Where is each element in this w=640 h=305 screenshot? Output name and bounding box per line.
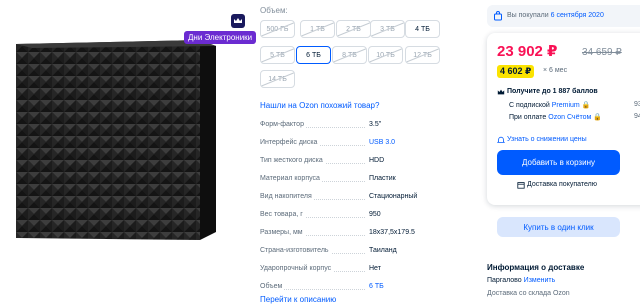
- volume-option[interactable]: 4 ТБ: [405, 20, 440, 38]
- installment-price[interactable]: 4 602 ₽: [497, 65, 535, 78]
- box-icon: [517, 182, 525, 189]
- purchased-date[interactable]: 6 сентября 2020: [551, 12, 604, 19]
- current-price: 23 902 ₽: [497, 43, 558, 60]
- spec-key: Вид накопителя: [260, 193, 314, 200]
- delivery-city: Паргалово: [487, 277, 522, 284]
- spec-value: 950: [369, 211, 381, 218]
- spec-key: Страна-изготовитель: [260, 247, 331, 254]
- spec-value: Пластик: [369, 175, 396, 182]
- similar-product-link[interactable]: Нашли на Ozon похожий товар?: [260, 101, 379, 110]
- premium-link[interactable]: Premium: [552, 102, 580, 109]
- spec-row: Вид накопителя Стационарный: [260, 191, 450, 202]
- spec-value: HDD: [369, 157, 385, 164]
- volume-option[interactable]: 8 ТБ: [332, 46, 367, 64]
- spec-row: Вес товара, г 950: [260, 209, 450, 220]
- spec-row: Ударопрочный корпус Нет: [260, 263, 450, 274]
- volume-option[interactable]: 5 ТБ: [260, 46, 295, 64]
- delivery-title: Информация о доставке: [487, 263, 585, 272]
- spec-row: Материал корпуса Пластик: [260, 173, 450, 184]
- price-card: 23 902 ₽ 34 659 ₽ 4 602 ₽ × 6 мес Получи…: [487, 33, 640, 205]
- ozon-account-link[interactable]: Ozon Счётом: [548, 114, 591, 121]
- spec-row: Интерфейс диска USB 3.0: [260, 137, 450, 148]
- spec-key: Объем: [260, 283, 285, 290]
- spec-value: 18x37,5x179.5: [369, 229, 415, 236]
- spec-key: Ударопрочный корпус: [260, 265, 334, 272]
- spec-row: Размеры, мм 18x37,5x179.5: [260, 227, 450, 238]
- delivery-warehouse: Доставка со склада Ozon: [487, 290, 570, 297]
- volume-option[interactable]: 14 ТБ: [260, 70, 295, 88]
- spec-row: Объем 6 ТБ: [260, 281, 450, 292]
- spec-key: Форм-фактор: [260, 121, 306, 128]
- buy-one-click-button[interactable]: Купить в один клик: [497, 217, 620, 237]
- spec-key: Тип жесткого диска: [260, 157, 325, 164]
- spec-row: Форм-фактор 3.5": [260, 119, 450, 130]
- spec-row: Страна-изготовитель Таиланд: [260, 245, 450, 256]
- delivery-info: Информация о доставке Паргалово Изменить…: [487, 263, 640, 297]
- volume-option[interactable]: 12 ТБ: [405, 46, 440, 64]
- volume-option-selected[interactable]: 6 ТБ: [296, 46, 331, 64]
- bag-icon: [494, 11, 502, 21]
- spec-value: 3.5": [369, 121, 382, 128]
- spec-key: Интерфейс диска: [260, 139, 320, 146]
- spec-value-link[interactable]: USB 3.0: [369, 137, 395, 148]
- volume-label: Объем:: [260, 6, 288, 15]
- old-price: 34 659 ₽: [582, 47, 622, 58]
- spec-key: Материал корпуса: [260, 175, 322, 182]
- spec-value: Стационарный: [369, 193, 418, 200]
- promo-badge[interactable]: Дни Электроники: [184, 31, 257, 44]
- spec-value: Нет: [369, 265, 381, 272]
- volume-option[interactable]: 10 ТБ: [368, 46, 403, 64]
- bell-icon: [497, 136, 505, 143]
- crown-icon[interactable]: [231, 14, 245, 28]
- bonus-title-row: Получите до 1 887 баллов: [497, 88, 598, 95]
- delivery-city-row: Паргалово Изменить: [487, 277, 555, 284]
- price-drop-alert-link[interactable]: Узнать о снижении цены: [497, 136, 587, 143]
- bonus-value: 93: [634, 101, 640, 108]
- spec-key: Размеры, мм: [260, 229, 305, 236]
- product-gallery: Дни Электроники: [0, 0, 257, 305]
- add-to-cart-button[interactable]: Добавить в корзину: [497, 150, 620, 175]
- go-to-description-link[interactable]: Перейти к описанию: [260, 295, 336, 304]
- volume-option[interactable]: 3 ТБ: [370, 20, 405, 38]
- spec-value: Таиланд: [369, 247, 397, 254]
- spec-row: Тип жесткого диска HDD: [260, 155, 450, 166]
- change-city-link[interactable]: Изменить: [524, 277, 556, 284]
- product-image[interactable]: [4, 40, 218, 245]
- volume-option[interactable]: 2 ТБ: [336, 20, 371, 38]
- purchased-text: Вы покупали: [507, 12, 549, 19]
- bonus-prefix: При оплате: [509, 114, 547, 121]
- bonus-title: Получите до 1 887 баллов: [507, 88, 598, 95]
- installment-note: × 6 мес: [543, 67, 568, 74]
- bonus-ozon-account-row: При оплате Ozon Счётом 🔒: [497, 113, 602, 121]
- purchased-notice: Вы покупали 6 сентября 2020: [487, 5, 640, 27]
- bonus-premium-row: С подпиской Premium 🔒: [497, 101, 590, 109]
- spec-value-link[interactable]: 6 ТБ: [369, 281, 384, 292]
- volume-option[interactable]: 1 ТБ: [300, 20, 335, 38]
- bonus-value: 94: [634, 113, 640, 120]
- spec-key: Вес товара, г: [260, 211, 305, 218]
- crown-icon: [497, 89, 505, 95]
- volume-option[interactable]: 500 ГБ: [260, 20, 295, 38]
- lock-icon: 🔒: [593, 114, 602, 121]
- delivery-to-customer-label: Доставка покупателю: [517, 181, 597, 189]
- bonus-prefix: С подпиской: [509, 102, 550, 109]
- lock-icon: 🔒: [581, 102, 591, 109]
